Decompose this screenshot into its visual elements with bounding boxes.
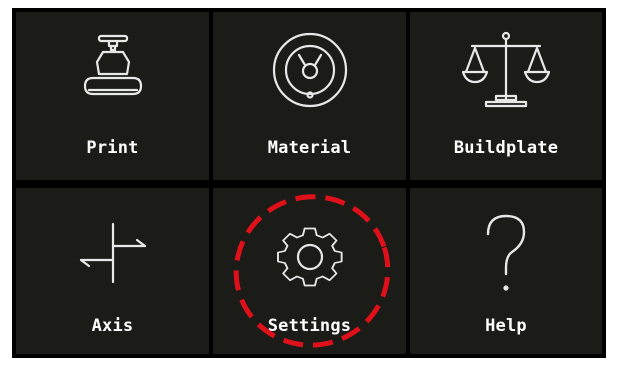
gear-icon [273, 220, 347, 294]
tile-print[interactable]: Print [16, 12, 209, 180]
print-head-icon [73, 30, 153, 110]
tile-label-print: Print [86, 138, 139, 158]
tile-label-axis: Axis [91, 316, 134, 336]
tile-label-material: Material [267, 138, 352, 158]
menu-screen: Print Material Buildplate Axis Settings … [12, 8, 606, 358]
material-spool-icon [268, 28, 352, 112]
axis-arrows-icon [73, 218, 153, 288]
tile-help[interactable]: Help [410, 188, 602, 354]
balance-scale-icon [458, 28, 554, 112]
question-mark-icon [476, 210, 536, 296]
tile-material[interactable]: Material [213, 12, 406, 180]
tile-label-help: Help [485, 316, 527, 336]
tile-label-buildplate: Buildplate [453, 138, 559, 158]
tile-label-settings: Settings [267, 316, 352, 336]
tile-settings[interactable]: Settings [213, 188, 406, 354]
tile-axis[interactable]: Axis [16, 188, 209, 354]
tile-buildplate[interactable]: Buildplate [410, 12, 602, 180]
